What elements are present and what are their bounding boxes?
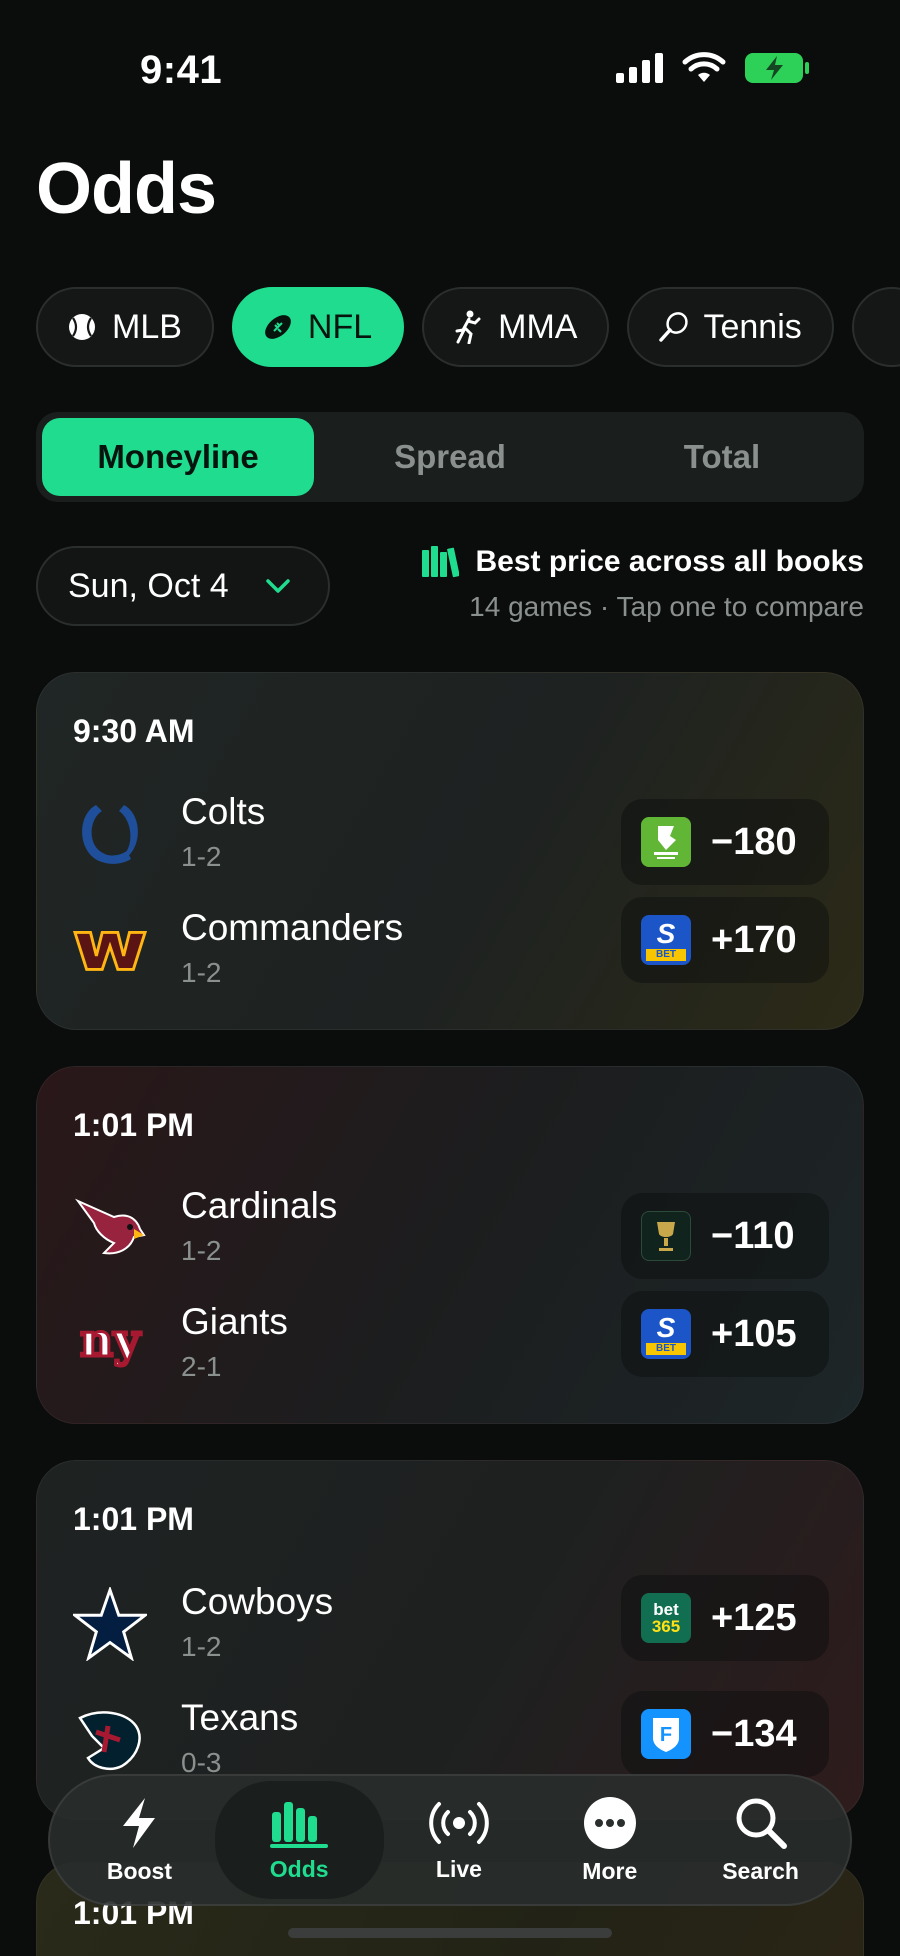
team-record: 1-2: [181, 841, 222, 872]
chip-mma[interactable]: MMA: [422, 287, 610, 367]
team-record: 1-2: [181, 957, 222, 988]
odds-value: +125: [711, 1596, 797, 1639]
odds-button[interactable]: −110: [621, 1193, 829, 1279]
svg-text:ny: ny: [80, 1314, 141, 1367]
lightning-bolt-icon: [123, 1797, 156, 1848]
commanders-logo-icon: [73, 913, 147, 987]
giants-logo-icon: ny: [73, 1307, 147, 1381]
team-row[interactable]: Colts 1-2 −180: [37, 791, 863, 887]
game-time: 9:30 AM: [73, 713, 195, 749]
best-price-info: Best price across all books 14 games · T…: [421, 545, 864, 623]
status-time: 9:41: [140, 48, 223, 92]
chip-mlb-label: MLB: [112, 307, 182, 346]
sport-filter-chips: MLB NFL MMA Tennis: [36, 287, 900, 367]
chip-nfl-label: NFL: [307, 307, 373, 346]
more-ellipsis-icon: [583, 1796, 636, 1849]
search-icon: [736, 1798, 787, 1849]
cowboys-logo-icon: [73, 1587, 147, 1661]
chip-nfl[interactable]: NFL: [231, 287, 405, 367]
tab-live[interactable]: Live: [384, 1781, 535, 1899]
info-subtitle: 14 games · Tap one to compare: [469, 591, 864, 622]
odds-button[interactable]: S BET +170: [621, 897, 829, 983]
tab-more-label: More: [582, 1857, 638, 1884]
cellular-signal-icon: [616, 53, 663, 83]
game-card[interactable]: 1:01 PM Cowboys 1-2 bet 365 +125 Texans …: [36, 1460, 864, 1820]
team-name: Giants: [181, 1301, 288, 1342]
team-row[interactable]: Cowboys 1-2 bet 365 +125: [37, 1575, 863, 1677]
team-name: Cowboys: [181, 1581, 334, 1622]
wifi-icon: [682, 52, 726, 82]
odds-value: −180: [711, 820, 797, 863]
chip-mma-label: MMA: [498, 307, 578, 346]
status-icons: [616, 52, 810, 84]
chip-tennis-label: Tennis: [703, 307, 802, 346]
tab-odds-label: Odds: [269, 1855, 329, 1882]
team-name: Cardinals: [181, 1185, 338, 1226]
colts-logo-icon: [73, 797, 147, 871]
sportsbet-book-icon: S BET: [641, 915, 691, 965]
tab-more[interactable]: More: [534, 1781, 685, 1899]
texans-logo-icon: [73, 1703, 147, 1777]
tab-search[interactable]: Search: [685, 1781, 836, 1899]
football-icon: [262, 311, 294, 343]
odds-value: −110: [711, 1214, 795, 1257]
chip-tennis[interactable]: Tennis: [627, 287, 834, 367]
odds-value: −134: [711, 1712, 797, 1755]
bottom-tab-bar: Boost Odds Live More Search: [48, 1774, 852, 1906]
tab-search-label: Search: [722, 1857, 799, 1884]
odds-button[interactable]: F −134: [621, 1691, 829, 1777]
team-record: 2-1: [181, 1351, 222, 1382]
info-title: Best price across all books: [475, 545, 864, 578]
svg-text:F: F: [660, 1724, 672, 1746]
home-indicator: [288, 1928, 612, 1938]
chevron-down-icon: [265, 579, 290, 593]
tennis-racket-icon: [657, 311, 689, 343]
market-segmented-control: Moneyline Spread Total: [36, 412, 864, 502]
odds-button[interactable]: S BET +105: [621, 1291, 829, 1377]
battery-charging-icon: [745, 53, 809, 83]
tab-live-label: Live: [435, 1855, 482, 1882]
page-title: Odds: [36, 149, 217, 229]
tab-boost[interactable]: Boost: [64, 1781, 215, 1899]
team-record: 1-2: [181, 1235, 222, 1266]
odds-button[interactable]: bet 365 +125: [621, 1575, 829, 1661]
date-filter-label: Sun, Oct 4: [68, 566, 229, 605]
game-time: 1:01 PM: [73, 1107, 194, 1143]
live-broadcast-icon: [429, 1801, 489, 1844]
game-card[interactable]: 1:01 PM Cardinals 1-2 −110 ny Giants 2-1…: [36, 1066, 864, 1424]
books-icon: [422, 546, 460, 578]
team-name: Texans: [181, 1697, 299, 1738]
tab-boost-label: Boost: [106, 1857, 172, 1884]
tab-moneyline[interactable]: Moneyline: [42, 418, 314, 496]
fanduel-book-icon: F: [641, 1709, 691, 1759]
game-card[interactable]: 9:30 AM Colts 1-2 −180 Commanders 1-2 S …: [36, 672, 864, 1030]
tab-spread[interactable]: Spread: [314, 418, 586, 496]
odds-value: +170: [711, 918, 797, 961]
draftkings-book-icon: [641, 817, 691, 867]
team-name: Commanders: [181, 907, 404, 948]
cardinals-logo-icon: [73, 1191, 147, 1265]
game-time: 1:01 PM: [73, 1501, 194, 1537]
fighter-icon: [452, 310, 484, 344]
bet365-book-icon: bet 365: [641, 1593, 691, 1643]
bar-chart-icon: [270, 1801, 329, 1848]
caesars-book-icon: [641, 1211, 691, 1261]
team-record: 1-2: [181, 1631, 222, 1662]
team-row[interactable]: Commanders 1-2 S BET +170: [37, 897, 863, 1003]
chip-mlb[interactable]: MLB: [36, 287, 214, 367]
tab-total[interactable]: Total: [586, 418, 858, 496]
date-filter-dropdown[interactable]: Sun, Oct 4: [36, 546, 330, 626]
sportsbet-book-icon: S BET: [641, 1309, 691, 1359]
odds-value: +105: [711, 1312, 797, 1355]
chip-more-sports[interactable]: [851, 287, 900, 367]
team-name: Colts: [181, 791, 266, 832]
team-row[interactable]: ny Giants 2-1 S BET +105: [37, 1291, 863, 1397]
tab-odds[interactable]: Odds: [214, 1781, 384, 1899]
team-row[interactable]: Cardinals 1-2 −110: [37, 1185, 863, 1281]
odds-button[interactable]: −180: [621, 799, 829, 885]
baseball-icon: [66, 311, 98, 343]
